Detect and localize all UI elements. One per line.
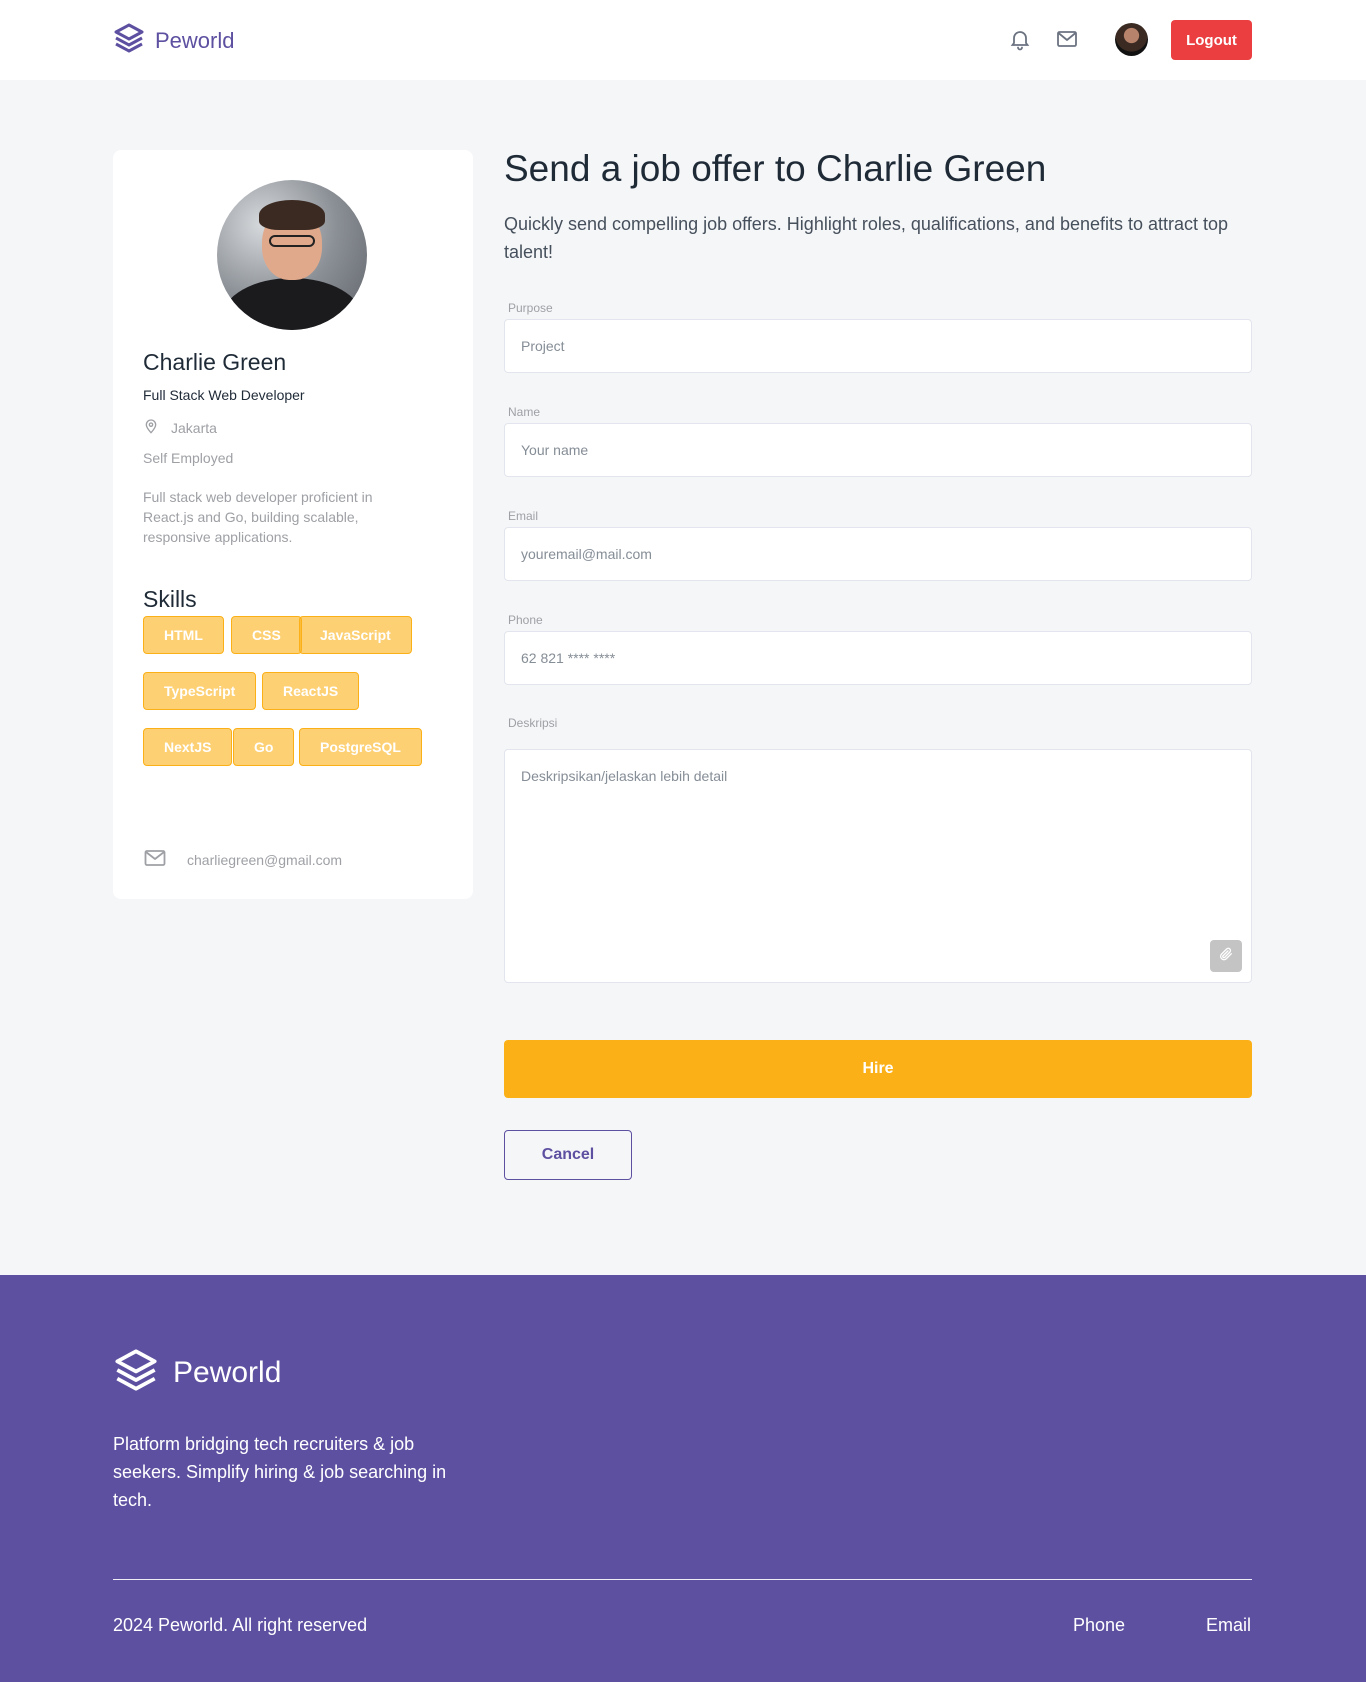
logout-button[interactable]: Logout: [1171, 20, 1252, 60]
skill-badge: Go: [233, 728, 295, 766]
footer-description: Platform bridging tech recruiters & job …: [113, 1434, 447, 1510]
profile-employment: Self Employed: [143, 450, 234, 466]
skill-badge: PostgreSQL: [299, 728, 422, 766]
skill-badge: TypeScript: [143, 672, 257, 710]
profile-job-title: Full Stack Web Developer: [143, 387, 305, 403]
footer: Peworld Platform bridging tech recruiter…: [0, 1275, 1366, 1682]
description-label: Deskripsi: [508, 716, 558, 730]
footer-email-link[interactable]: Email: [1206, 1615, 1251, 1636]
skills-heading: Skills: [143, 586, 197, 612]
skill-badge: HTML: [143, 616, 224, 654]
profile-email: charliegreen@gmail.com: [143, 846, 342, 873]
profile-name: Charlie Green: [143, 349, 287, 375]
attach-button[interactable]: [1210, 940, 1242, 972]
profile-location-text: Jakarta: [171, 419, 217, 436]
purpose-label: Purpose: [508, 301, 553, 315]
layers-logo-icon: [113, 1347, 159, 1398]
profile-bio: Full stack web developer proficient in R…: [143, 489, 373, 545]
bell-icon[interactable]: [1007, 26, 1033, 52]
name-field[interactable]: [504, 423, 1252, 477]
map-pin-icon: [143, 418, 159, 437]
hire-button[interactable]: Hire: [504, 1040, 1252, 1098]
footer-phone-link[interactable]: Phone: [1073, 1615, 1125, 1636]
page-title: Send a job offer to Charlie Green: [504, 148, 1047, 189]
skill-badge: CSS: [231, 616, 302, 654]
skill-badge: NextJS: [143, 728, 233, 766]
profile-email-text[interactable]: charliegreen@gmail.com: [187, 852, 342, 868]
brand-name: Peworld: [155, 27, 235, 53]
layers-logo-icon: [113, 22, 145, 59]
profile-card: Charlie Green Full Stack Web Developer J…: [113, 150, 473, 899]
cancel-button[interactable]: Cancel: [504, 1130, 632, 1180]
footer-brand-name: Peworld: [173, 1355, 282, 1389]
profile-location: Jakarta: [143, 418, 217, 437]
page: Peworld Logout Charlie Green Full Stack …: [0, 0, 1366, 1682]
profile-photo: [217, 180, 367, 330]
name-label: Name: [508, 405, 541, 419]
user-avatar[interactable]: [1115, 23, 1148, 56]
email-field[interactable]: [504, 527, 1252, 581]
phone-label: Phone: [508, 613, 543, 627]
footer-copyright: 2024 Peworld. All right reserved: [113, 1615, 368, 1635]
description-field[interactable]: [504, 749, 1252, 983]
skill-badge: JavaScript: [299, 616, 412, 654]
top-navbar: Peworld Logout: [0, 0, 1366, 80]
mail-icon: [143, 846, 167, 873]
phone-field[interactable]: [504, 631, 1252, 685]
page-subtitle: Quickly send compelling job offers. High…: [504, 214, 1229, 262]
email-label: Email: [508, 509, 539, 523]
footer-divider: [113, 1579, 1252, 1580]
mail-icon[interactable]: [1054, 26, 1080, 52]
paperclip-icon: [1218, 946, 1234, 967]
brand-logo[interactable]: Peworld: [113, 22, 234, 59]
skill-badge: ReactJS: [262, 672, 360, 710]
footer-brand-logo[interactable]: Peworld: [113, 1347, 281, 1398]
purpose-field[interactable]: [504, 319, 1252, 373]
